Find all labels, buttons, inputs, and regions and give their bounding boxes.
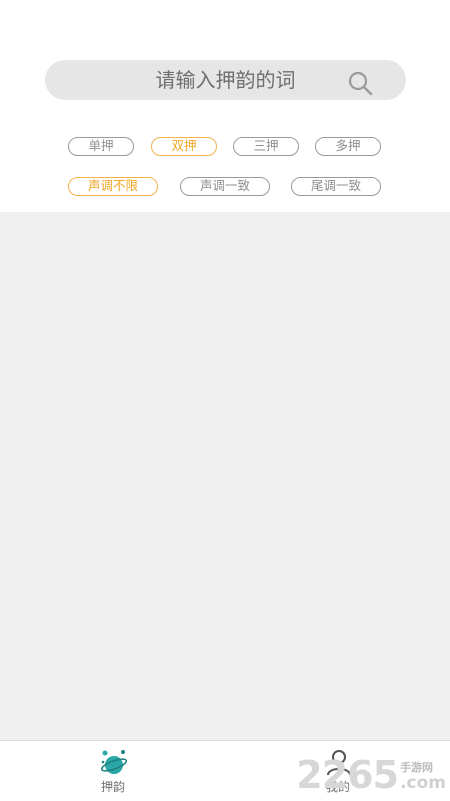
header-area: 单押 双押 三押 多押 声调不限 声调一致 尾调一致 bbox=[0, 0, 450, 212]
chip-triple-rhyme[interactable]: 三押 bbox=[233, 137, 299, 156]
chip-tone-same[interactable]: 声调一致 bbox=[180, 177, 270, 196]
watermark-domain: .com bbox=[400, 773, 446, 793]
watermark-number: 2265 bbox=[296, 753, 399, 797]
search-icon[interactable] bbox=[347, 70, 373, 96]
chip-tone-any[interactable]: 声调不限 bbox=[68, 177, 158, 196]
chip-single-rhyme[interactable]: 单押 bbox=[68, 137, 134, 156]
tab-rhyme-label: 押韵 bbox=[100, 780, 125, 794]
chip-multi-rhyme[interactable]: 多押 bbox=[315, 137, 381, 156]
results-area bbox=[0, 212, 450, 740]
watermark-logo: 2265 手游网 .com bbox=[296, 756, 446, 794]
tab-rhyme[interactable]: 押韵 bbox=[73, 741, 153, 801]
rhyme-planet-icon bbox=[100, 750, 128, 774]
chip-end-tone-same[interactable]: 尾调一致 bbox=[291, 177, 381, 196]
search-input[interactable] bbox=[103, 67, 348, 93]
search-bar[interactable] bbox=[45, 60, 406, 100]
chip-double-rhyme[interactable]: 双押 bbox=[151, 137, 217, 156]
